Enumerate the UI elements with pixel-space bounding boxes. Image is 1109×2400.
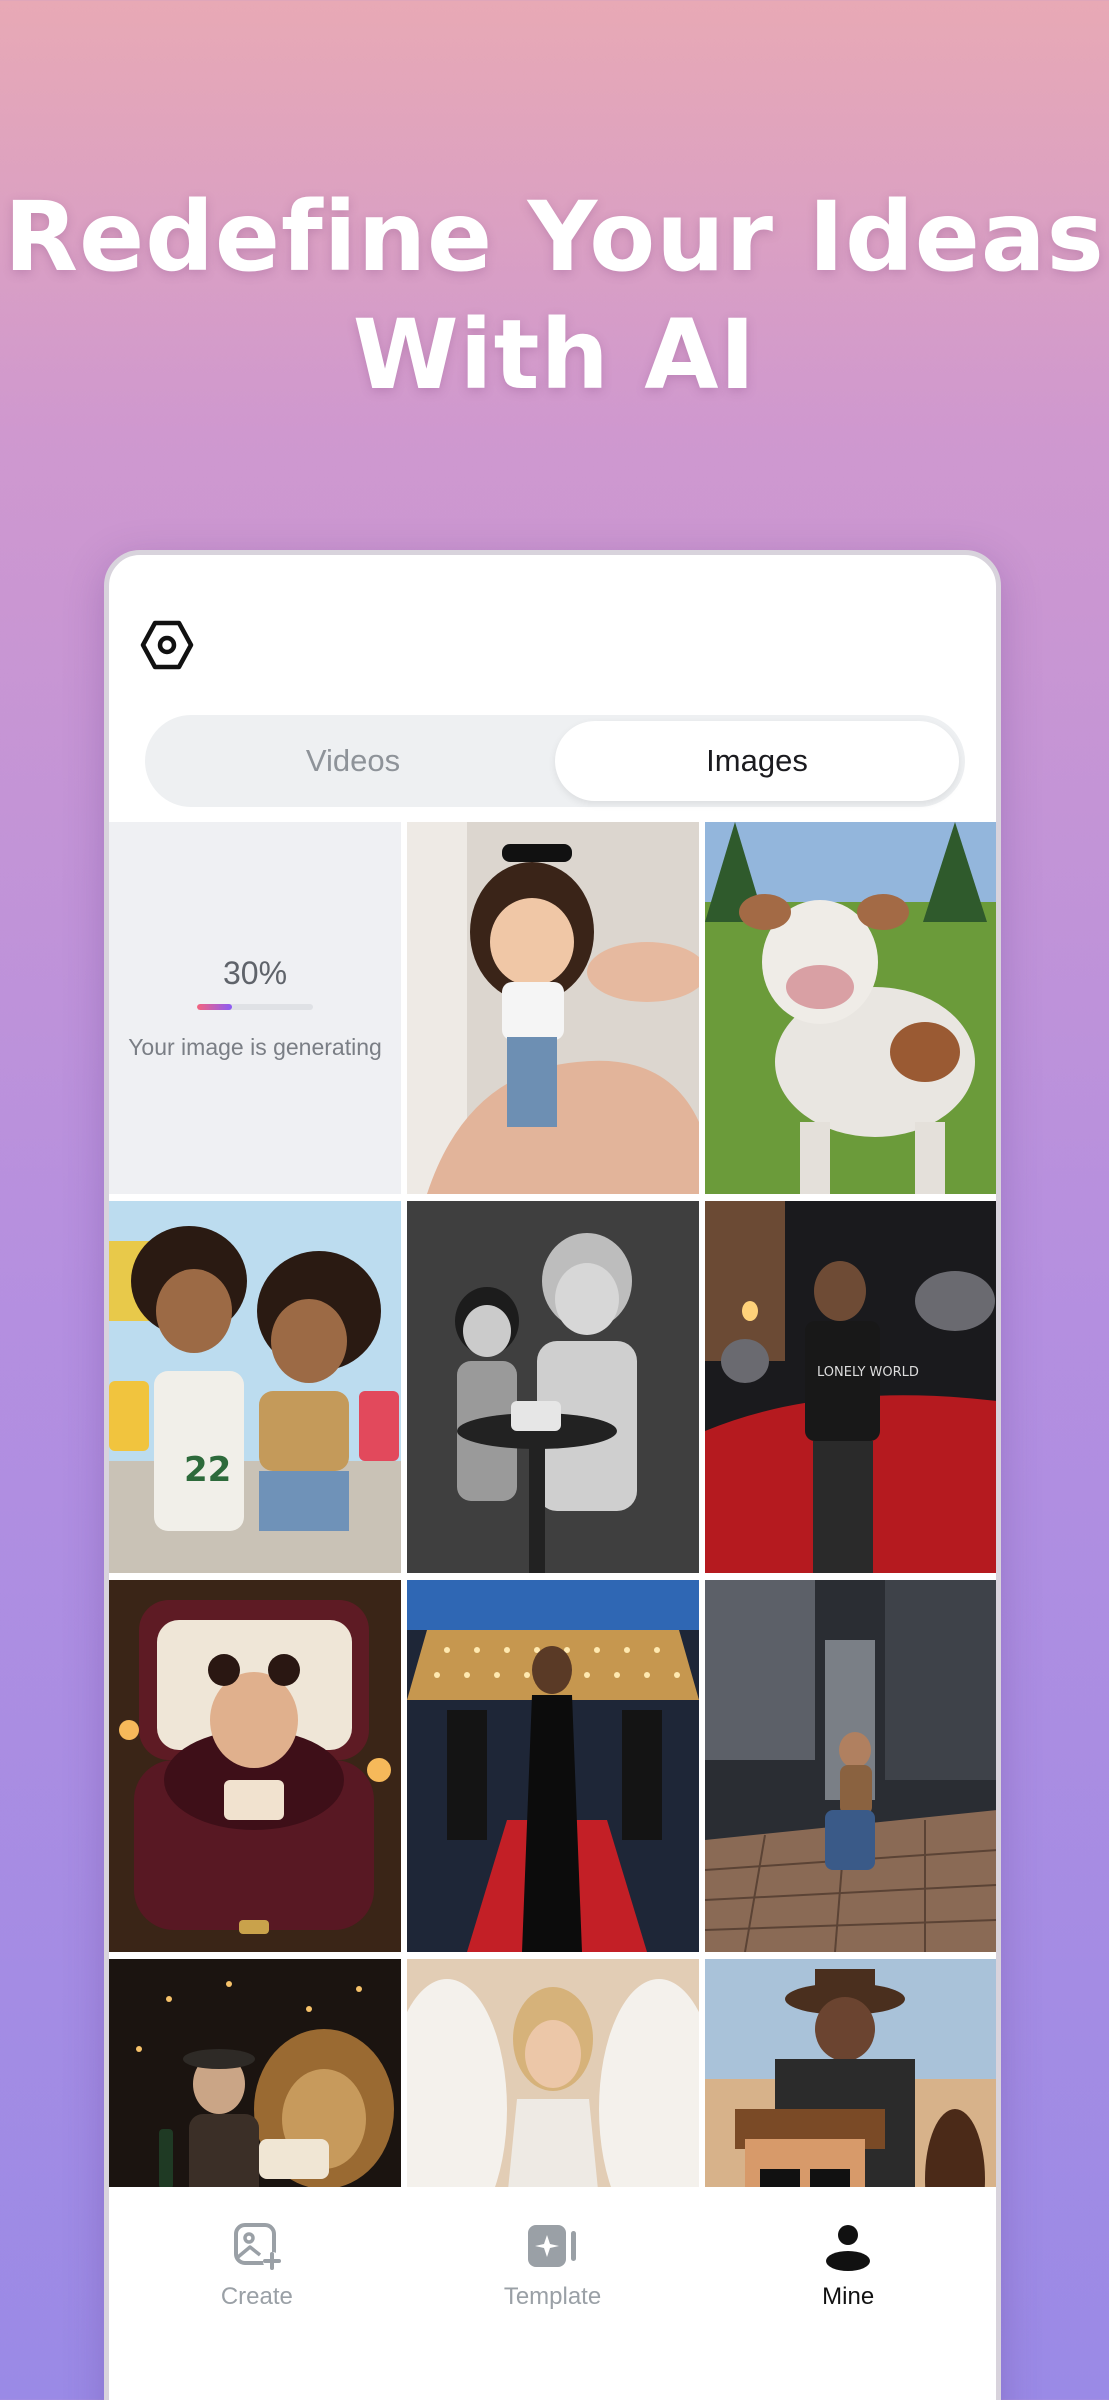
nav-create-label: Create [220, 2283, 293, 2310]
nav-mine[interactable]: Mine [700, 2195, 996, 2355]
gallery-image-chibi-doll[interactable] [407, 822, 699, 1194]
generation-progress-bar [197, 1004, 313, 1010]
generating-tile: 30% Your image is generating [109, 822, 401, 1194]
image-add-icon [230, 2219, 284, 2273]
gallery-image-pixel-cowboy[interactable] [705, 1959, 996, 2187]
settings-button[interactable] [137, 615, 197, 675]
phone-frame: Videos Images 30% Your image is generati… [104, 550, 1001, 2400]
media-type-tabs: Videos Images [145, 715, 965, 807]
bottom-navigation: Create Template Mine [109, 2195, 996, 2355]
tab-videos[interactable]: Videos [151, 721, 555, 801]
gallery-image-skyscraper-fall[interactable] [705, 1580, 996, 1952]
gallery-image-ring-box-figure[interactable] [109, 1580, 401, 1952]
nav-template[interactable]: Template [405, 2195, 701, 2355]
generation-percent: 30% [222, 955, 288, 991]
hero-title: Redefine Your Ideas With AI [0, 178, 1109, 414]
hero-title-line1: Redefine Your Ideas [4, 181, 1105, 293]
tab-images[interactable]: Images [555, 721, 959, 801]
gallery-image-beach-cartoon-girls[interactable]: 22 [109, 1201, 401, 1573]
generation-progress-fill [197, 1004, 232, 1010]
settings-hexagon-icon [140, 620, 194, 670]
nav-mine-label: Mine [822, 2283, 875, 2310]
gallery-image-red-carpet-car[interactable]: LONELY WORLD [705, 1201, 996, 1573]
gallery-image-cartoon-cow[interactable] [705, 822, 996, 1194]
svg-text:LONELY WORLD: LONELY WORLD [817, 1365, 919, 1380]
gallery-image-angel-wings-woman[interactable] [407, 1959, 699, 2187]
gallery-image-lion-celebration[interactable] [109, 1959, 401, 2187]
image-gallery: 30% Your image is generating 22 LONELY W… [109, 822, 996, 2187]
gallery-image-gala-red-carpet[interactable] [407, 1580, 699, 1952]
hero-title-line2: With AI [352, 299, 757, 411]
gallery-image-grandmother-birthday[interactable] [407, 1201, 699, 1573]
svg-text:22: 22 [184, 1450, 231, 1490]
nav-create[interactable]: Create [109, 2195, 405, 2355]
user-profile-icon [821, 2219, 875, 2273]
template-sparkle-icon [526, 2219, 580, 2273]
nav-template-label: Template [503, 2283, 602, 2310]
generation-status: Your image is generating [128, 1034, 382, 1060]
